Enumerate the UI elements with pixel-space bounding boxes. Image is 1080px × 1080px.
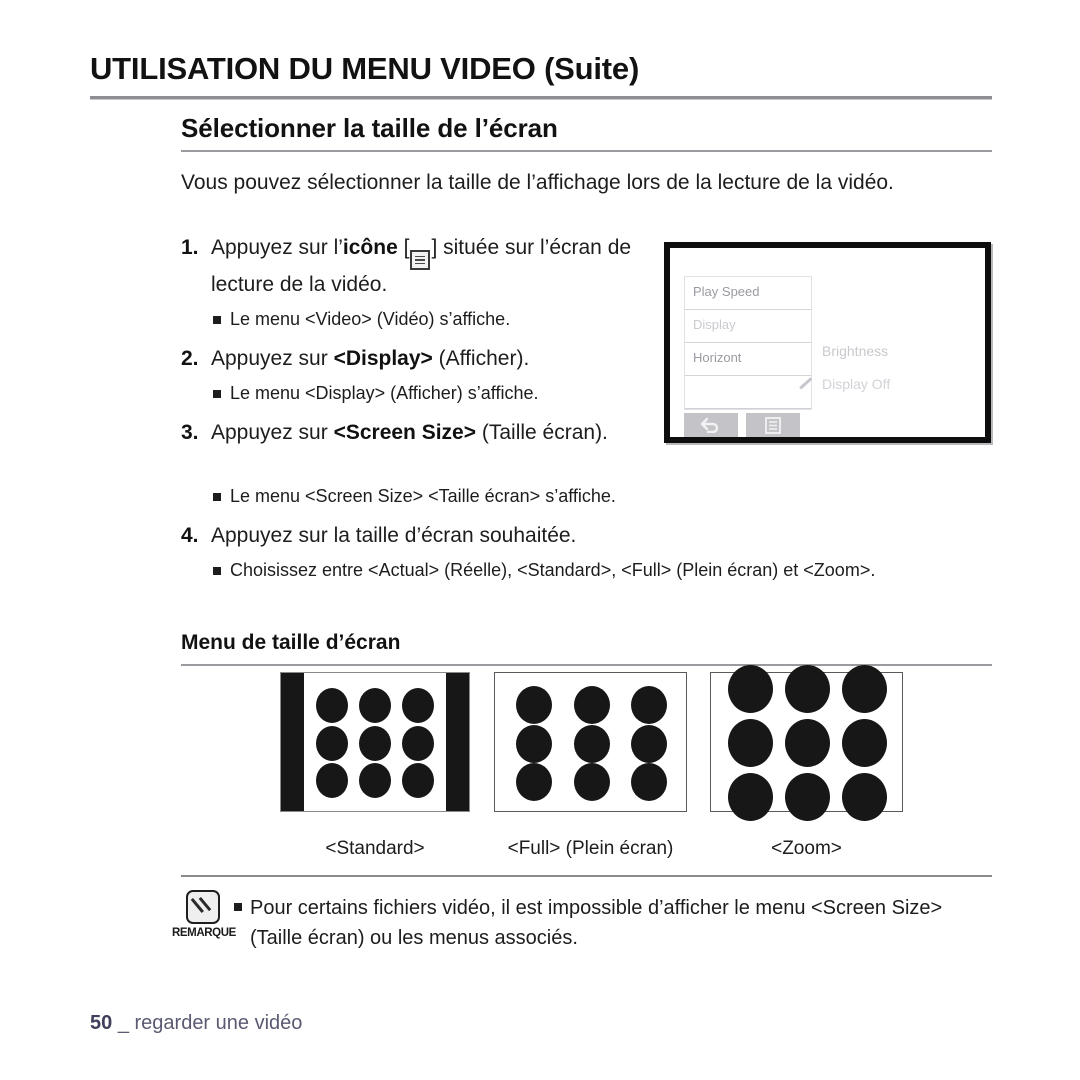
step-1-number: 1. — [181, 236, 199, 259]
step-4: 4. Appuyez sur la taille d’écran souhait… — [181, 521, 981, 551]
note-icon-wrap: REMARQUE — [172, 890, 236, 939]
bullet-icon — [213, 567, 221, 575]
step-3-text-before: Appuyez sur — [211, 420, 334, 444]
figure-zoom-box — [710, 665, 903, 821]
step-2-note-text: Le menu <Display> (Afficher) s’affiche. — [230, 382, 539, 403]
list-menu-icon — [410, 249, 431, 270]
steps-list: 1. Appuyez sur l’icône [] située sur l’é… — [181, 233, 651, 450]
step-1-text-before: Appuyez sur l’ — [211, 236, 343, 259]
device-button-bar — [684, 413, 800, 437]
device-menu-item-horizont[interactable]: Horizont — [685, 343, 811, 376]
steps-list-continued: Le menu <Screen Size> <Taille écran> s’a… — [181, 484, 981, 595]
title-divider — [90, 96, 992, 99]
device-menu-button[interactable] — [746, 413, 800, 437]
step-3-note: Le menu <Screen Size> <Taille écran> s’a… — [213, 484, 981, 509]
section-title: Sélectionner la taille de l’écran — [181, 113, 558, 143]
step-3-note-text: Le menu <Screen Size> <Taille écran> s’a… — [230, 486, 616, 506]
step-1-text: Appuyez sur l’icône [] située sur l’écra… — [211, 236, 632, 296]
step-3-number: 3. — [181, 420, 199, 444]
back-arrow-icon — [700, 417, 719, 433]
step-2-emphasis: <Display> — [333, 346, 433, 370]
step-2-number: 2. — [181, 346, 199, 370]
list-menu-icon — [765, 416, 781, 434]
step-1-note: Le menu <Video> (Vidéo) s’affiche. — [213, 307, 651, 332]
figure-full: <Full> (Plein écran) — [494, 672, 687, 859]
step-1: 1. Appuyez sur l’icône [] située sur l’é… — [181, 233, 651, 300]
figure-standard-box — [280, 672, 470, 812]
step-2-text-after: (Afficher). — [432, 346, 530, 370]
note-pencil-icon — [186, 890, 220, 924]
figure-standard-caption: <Standard> — [325, 838, 425, 859]
bullet-icon — [213, 315, 221, 324]
device-menu-item-blank[interactable] — [685, 376, 811, 409]
step-4-text: Appuyez sur la taille d’écran souhaitée. — [211, 524, 577, 547]
pillarbox-right — [446, 673, 469, 811]
footer-label: regarder une vidéo — [134, 1012, 303, 1034]
step-3: 3. Appuyez sur <Screen Size> (Taille écr… — [181, 418, 651, 448]
note-divider — [181, 875, 992, 877]
footer: 50 _ regarder une vidéo — [90, 1012, 302, 1035]
bullet-icon — [213, 389, 221, 398]
step-4-note: Choisissez entre <Actual> (Réelle), <Sta… — [213, 558, 981, 583]
device-label-brightness: Brightness — [822, 343, 889, 359]
page-number: 50 — [90, 1012, 113, 1034]
intro-paragraph: Vous pouvez sélectionner la taille de l’… — [181, 171, 894, 194]
device-back-button[interactable] — [684, 413, 738, 437]
step-4-number: 4. — [181, 524, 199, 547]
screen-size-figures: <Standard> <Full> (Plein écran) <Zoom> — [181, 665, 992, 862]
step-4-note-text: Choisissez entre <Actual> (Réelle), <Sta… — [230, 560, 876, 580]
step-3-emphasis: <Screen Size> — [333, 420, 477, 444]
step-3-text: Appuyez sur <Screen Size> (Taille écran)… — [211, 418, 608, 448]
section-divider — [181, 150, 992, 152]
screen-size-menu-heading: Menu de taille d’écran — [181, 631, 401, 654]
step-2-text: Appuyez sur <Display> (Afficher). — [211, 344, 529, 374]
device-menu-panel: Play Speed Display Horizont — [684, 276, 812, 410]
note-text: Pour certains fichiers vidéo, il est imp… — [250, 897, 943, 949]
step-3-text-after: (Taille écran). — [476, 420, 608, 444]
bullet-icon — [213, 493, 221, 501]
page-title: UTILISATION DU MENU VIDEO (Suite) — [90, 51, 640, 86]
device-screen: Play Speed Display Horizont Brightness D… — [670, 248, 985, 437]
footer-separator: _ — [117, 1012, 129, 1034]
figure-zoom-caption: <Zoom> — [771, 838, 842, 859]
manual-page: UTILISATION DU MENU VIDEO (Suite) Sélect… — [0, 0, 1080, 1080]
step-2-note: Le menu <Display> (Afficher) s’affiche. — [213, 381, 651, 406]
figure-standard: <Standard> — [280, 672, 470, 859]
note-body: Pour certains fichiers vidéo, il est imp… — [234, 890, 990, 953]
device-label-display-off: Display Off — [822, 376, 891, 392]
figure-full-caption: <Full> (Plein écran) — [507, 838, 674, 859]
note-block: REMARQUE Pour certains fichiers vidéo, i… — [172, 890, 992, 953]
figure-zoom: <Zoom> — [710, 665, 903, 859]
figure-full-box — [494, 672, 687, 812]
note-label: REMARQUE — [172, 927, 236, 939]
step-1-note-text: Le menu <Video> (Vidéo) s’affiche. — [230, 308, 511, 329]
device-screenshot: Play Speed Display Horizont Brightness D… — [664, 242, 991, 443]
step-2-text-before: Appuyez sur — [211, 346, 334, 370]
step-1-emphasis: icône — [342, 236, 398, 259]
device-menu-item-display[interactable]: Display — [685, 310, 811, 343]
device-menu-item-play-speed[interactable]: Play Speed — [685, 277, 811, 310]
pen-stroke-icon — [798, 376, 813, 391]
bullet-icon — [234, 903, 242, 911]
pillarbox-left — [281, 673, 304, 811]
step-2: 2. Appuyez sur <Display> (Afficher). — [181, 344, 651, 374]
